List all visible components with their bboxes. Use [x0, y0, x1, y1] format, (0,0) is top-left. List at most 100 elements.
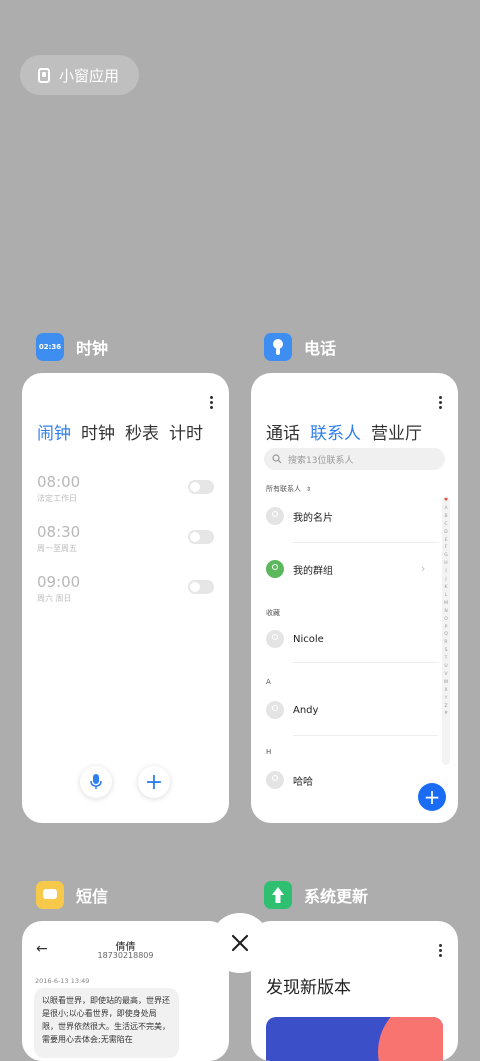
alarm-toggle[interactable]: [188, 580, 214, 594]
tab-contacts[interactable]: 联系人: [310, 419, 361, 444]
clock-more-icon[interactable]: [210, 396, 213, 411]
add-contact-button[interactable]: +: [418, 783, 446, 811]
sms-contact-number: 18730218809: [97, 951, 154, 960]
phone-app-card[interactable]: 通话 联系人 营业厅 搜索13位联系人 所有联系人 ⇕ 我的名片 我的群组 › …: [251, 373, 458, 823]
close-icon: [231, 934, 249, 952]
index-letter[interactable]: A: [442, 505, 450, 513]
alarm-item[interactable]: 08:30 周一至周五: [37, 523, 229, 554]
plus-icon: +: [423, 785, 441, 809]
alphabet-index[interactable]: ♥ A B C D E F G H I J K L M N O P Q R S T U V W X Y Z #: [442, 497, 450, 765]
index-letter[interactable]: H: [442, 560, 450, 568]
group-icon: [266, 560, 284, 578]
index-letter[interactable]: C: [442, 521, 450, 529]
avatar: [266, 701, 284, 719]
phone-more-icon[interactable]: [439, 396, 442, 411]
tab-timer[interactable]: 计时: [169, 419, 203, 444]
clock-app-card[interactable]: 闹钟 时钟 秒表 计时 08:00 法定工作日 08:30 周一至周五 09:0…: [22, 373, 229, 823]
sms-app-label: 短信: [36, 881, 108, 909]
contact-row[interactable]: 哈哈: [266, 771, 313, 789]
clock-app-name: 时钟: [76, 339, 109, 358]
all-contacts-filter[interactable]: 所有联系人 ⇕: [266, 484, 311, 494]
phone-handset-icon: [273, 339, 283, 355]
phone-app-name: 电话: [304, 339, 337, 358]
phone-app-label: 电话: [264, 333, 336, 361]
index-letter[interactable]: F: [442, 544, 450, 552]
add-alarm-button[interactable]: +: [138, 766, 170, 798]
sort-toggle-icon: ⇕: [306, 485, 312, 493]
contact-name: 哈哈: [293, 776, 313, 788]
update-app-label: 系统更新: [264, 881, 368, 909]
message-bubble-icon: [43, 889, 57, 899]
plus-icon: +: [144, 769, 164, 795]
contact-name: Andy: [293, 704, 319, 716]
index-letter[interactable]: Z: [442, 703, 450, 711]
update-app-name: 系统更新: [304, 887, 369, 906]
index-letter[interactable]: E: [442, 537, 450, 545]
contact-row[interactable]: Andy: [266, 701, 318, 719]
alarm-days: 周六 周日: [37, 594, 72, 603]
index-letter[interactable]: D: [442, 529, 450, 537]
divider: [293, 735, 438, 736]
index-letter[interactable]: J: [442, 576, 450, 584]
tab-alarm[interactable]: 闹钟: [37, 419, 71, 444]
small-window-icon: [38, 67, 50, 83]
index-letter[interactable]: P: [442, 624, 450, 632]
alarm-toggle[interactable]: [188, 480, 214, 494]
index-letter[interactable]: R: [442, 639, 450, 647]
chevron-right-icon: ›: [421, 562, 426, 575]
avatar: [266, 771, 284, 789]
index-letter[interactable]: W: [442, 679, 450, 687]
contact-row[interactable]: Nicole: [266, 630, 324, 648]
update-app-card[interactable]: 发现新版本: [251, 921, 458, 1061]
tab-calls[interactable]: 通话: [266, 419, 300, 444]
index-letter[interactable]: B: [442, 513, 450, 521]
search-icon: [272, 454, 282, 464]
small-window-button[interactable]: 小窗应用: [20, 55, 139, 95]
alarm-toggle[interactable]: [188, 530, 214, 544]
sms-app-card[interactable]: ← 倩倩 18730218809 2016-6-13 13:49 以眼看世界，即…: [22, 921, 229, 1061]
microphone-icon: [90, 774, 102, 789]
section-header-h: H: [266, 748, 272, 756]
index-letter[interactable]: Y: [442, 695, 450, 703]
index-letter[interactable]: L: [442, 592, 450, 600]
index-letter[interactable]: T: [442, 655, 450, 663]
sms-timestamp: 2016-6-13 13:49: [35, 977, 90, 985]
my-card-label: 我的名片: [293, 512, 333, 524]
arrow-up-icon: [272, 887, 284, 903]
tab-service-hall[interactable]: 营业厅: [371, 419, 422, 444]
index-letter[interactable]: ♥: [442, 497, 450, 505]
index-letter[interactable]: N: [442, 608, 450, 616]
update-banner: [266, 1017, 443, 1061]
sms-app-icon: [36, 881, 64, 909]
avatar: [266, 507, 284, 525]
index-letter[interactable]: Q: [442, 631, 450, 639]
index-letter[interactable]: U: [442, 663, 450, 671]
avatar: [266, 630, 284, 648]
index-letter[interactable]: I: [442, 568, 450, 576]
index-letter[interactable]: V: [442, 671, 450, 679]
alarm-days: 法定工作日: [37, 494, 77, 503]
contact-search[interactable]: 搜索13位联系人: [264, 448, 445, 470]
my-groups-row[interactable]: 我的群组: [266, 560, 333, 578]
alarm-days: 周一至周五: [37, 544, 77, 553]
index-letter[interactable]: O: [442, 616, 450, 624]
alarm-item[interactable]: 09:00 周六 周日: [37, 573, 229, 604]
index-letter[interactable]: M: [442, 600, 450, 608]
index-letter[interactable]: X: [442, 687, 450, 695]
my-groups-label: 我的群组: [293, 565, 333, 577]
search-placeholder: 搜索13位联系人: [288, 455, 354, 466]
my-card-row[interactable]: 我的名片: [266, 507, 333, 525]
index-letter[interactable]: K: [442, 584, 450, 592]
close-all-button[interactable]: [210, 913, 270, 973]
index-letter[interactable]: G: [442, 552, 450, 560]
alarm-item[interactable]: 08:00 法定工作日: [37, 473, 229, 504]
index-letter[interactable]: #: [442, 710, 450, 718]
update-more-icon[interactable]: [439, 944, 442, 959]
voice-alarm-button[interactable]: [80, 766, 112, 798]
section-header-a: A: [266, 678, 271, 686]
tab-clock[interactable]: 时钟: [81, 419, 115, 444]
index-letter[interactable]: S: [442, 647, 450, 655]
tab-stopwatch[interactable]: 秒表: [125, 419, 159, 444]
small-window-label: 小窗应用: [59, 66, 120, 85]
divider: [293, 542, 438, 543]
